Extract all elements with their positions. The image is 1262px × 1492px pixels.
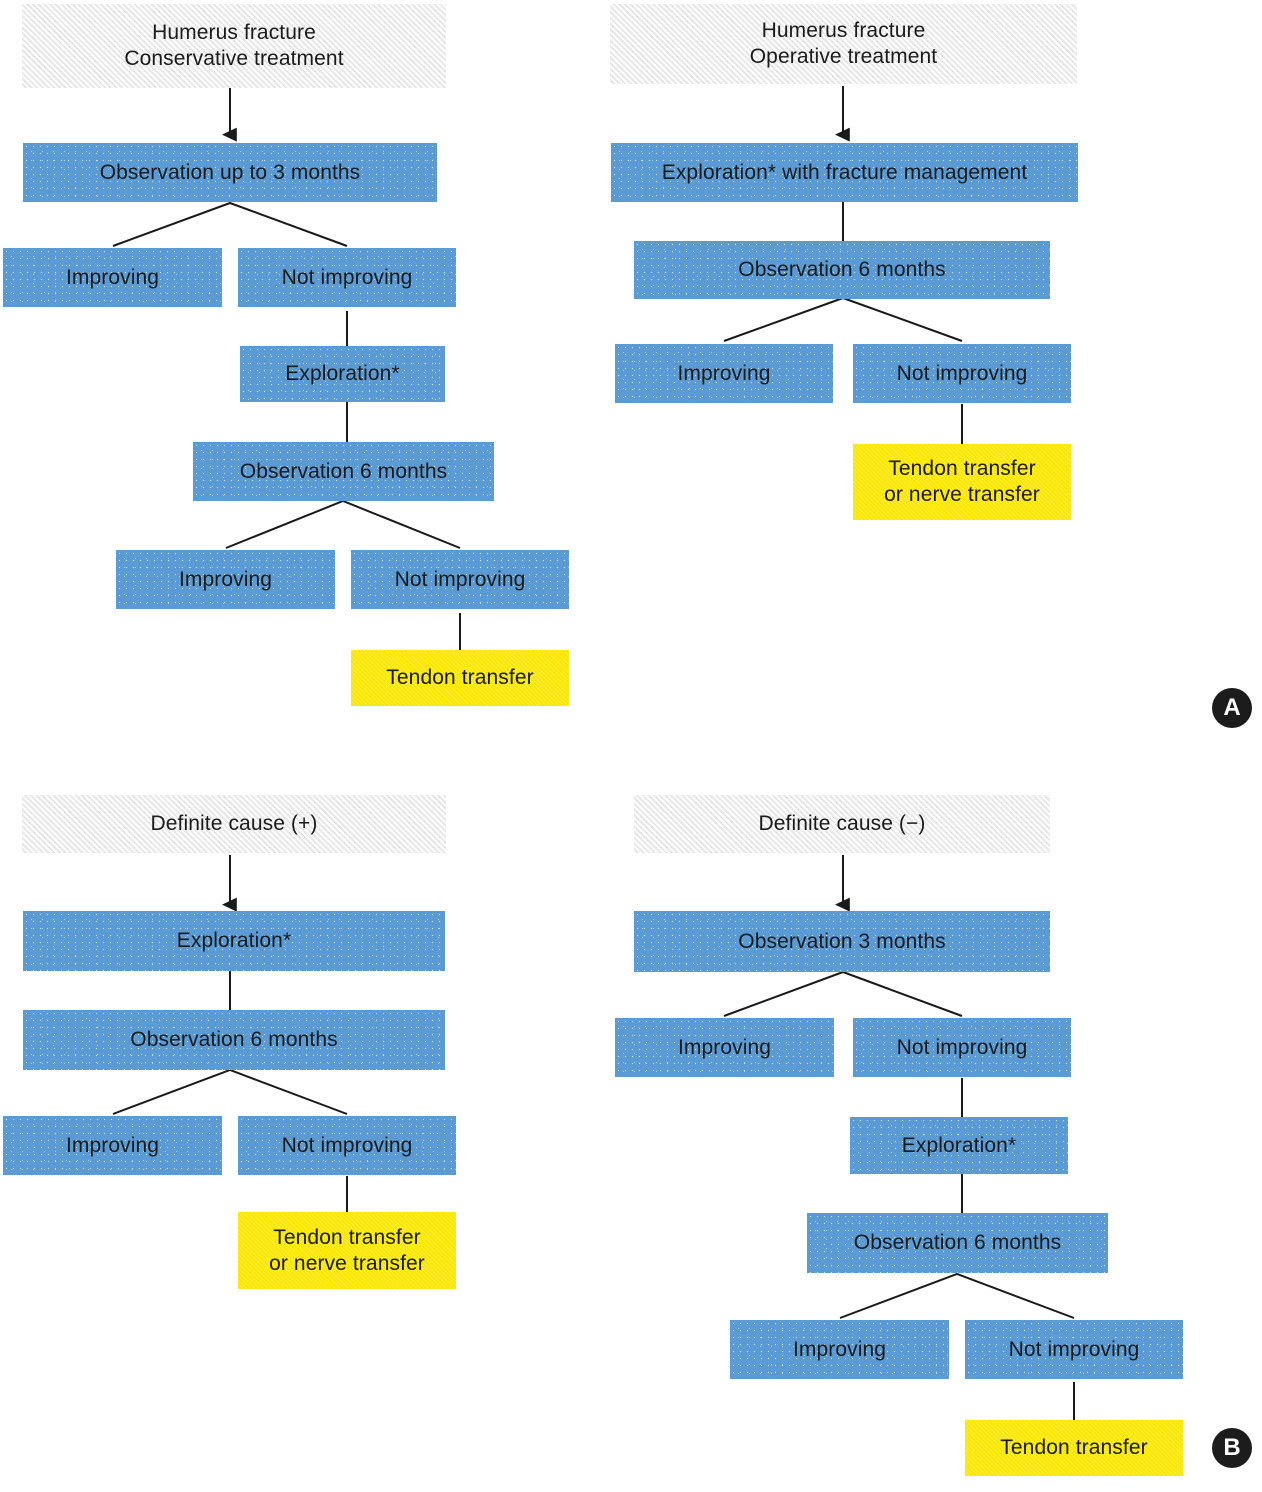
node-improving-b2: Improving (615, 1018, 834, 1077)
node-label: Observation 6 months (130, 1028, 338, 1052)
figure-canvas: Humerus fracture Conservative treatment … (0, 0, 1262, 1492)
node-label: Definite cause (−) (758, 812, 926, 836)
node-label: Tendon transfer or nerve transfer (269, 1225, 425, 1275)
node-label: Definite cause (+) (150, 812, 318, 836)
node-label: Observation 6 months (738, 258, 946, 282)
node-label: Not improving (281, 265, 413, 289)
node-improving-a2: Improving (116, 550, 335, 609)
node-label: Observation 3 months (738, 929, 946, 953)
node-label: Improving (792, 1337, 887, 1361)
node-label: Improving (677, 1035, 772, 1059)
node-improving-b1: Improving (3, 1116, 222, 1175)
node-label: Not improving (281, 1133, 413, 1157)
node-label: Observation up to 3 months (99, 160, 361, 184)
node-tendon-transfer-b1: Tendon transfer (965, 1420, 1183, 1476)
node-exploration-b2: Exploration* (850, 1117, 1068, 1174)
node-observation-6-months-a1: Observation 6 months (193, 442, 494, 501)
node-not-improving-b3: Not improving (965, 1320, 1183, 1379)
node-label: Improving (65, 265, 160, 289)
node-label: Humerus fracture Conservative treatment (124, 21, 344, 70)
node-label: Observation 6 months (853, 1231, 1062, 1255)
node-not-improving-a3: Not improving (853, 344, 1071, 403)
node-label: Not improving (1008, 1337, 1140, 1361)
node-header-definite-cause-positive: Definite cause (+) (22, 795, 446, 853)
node-label: Improving (65, 1133, 160, 1157)
node-label: Tendon transfer or nerve transfer (884, 457, 1040, 506)
node-not-improving-a2: Not improving (351, 550, 569, 609)
node-label: Observation 6 months (239, 459, 448, 483)
node-observation-6-months-a2: Observation 6 months (634, 241, 1050, 299)
panel-tag-label: B (1223, 1434, 1241, 1461)
node-label: Tendon transfer (1000, 1436, 1148, 1460)
node-label: Improving (677, 361, 771, 385)
node-header-definite-cause-negative: Definite cause (−) (634, 795, 1050, 853)
node-improving-a3: Improving (615, 344, 833, 403)
node-exploration-a1: Exploration* (240, 346, 445, 402)
node-not-improving-b1: Not improving (238, 1116, 456, 1175)
panel-tag-label: A (1223, 694, 1241, 721)
node-label: Exploration* (901, 1133, 1017, 1157)
node-not-improving-a1: Not improving (238, 248, 456, 307)
node-tendon-or-nerve-transfer-b1: Tendon transfer or nerve transfer (238, 1212, 456, 1289)
node-label: Exploration* with fracture management (661, 160, 1028, 184)
node-exploration-with-fracture-management: Exploration* with fracture management (611, 143, 1078, 202)
node-tendon-transfer-a1: Tendon transfer (351, 650, 569, 706)
node-tendon-or-nerve-transfer-a1: Tendon transfer or nerve transfer (853, 444, 1071, 520)
panel-tag-b: B (1212, 1428, 1252, 1468)
node-label: Exploration* (285, 362, 400, 386)
node-not-improving-b2: Not improving (853, 1018, 1071, 1077)
node-label: Tendon transfer (386, 666, 534, 690)
node-observation-6-months-b1: Observation 6 months (23, 1010, 445, 1070)
node-label: Exploration* (176, 929, 292, 953)
node-label: Improving (178, 567, 273, 591)
node-observation-3-months: Observation 3 months (634, 911, 1050, 972)
node-improving-a1: Improving (3, 248, 222, 307)
node-label: Not improving (896, 1035, 1028, 1059)
node-improving-b3: Improving (730, 1320, 949, 1379)
node-observation-up-to-3-months: Observation up to 3 months (23, 143, 437, 202)
node-label: Humerus fracture Operative treatment (749, 19, 938, 68)
node-observation-6-months-b2: Observation 6 months (807, 1213, 1108, 1273)
node-header-humerus-operative: Humerus fracture Operative treatment (610, 4, 1077, 84)
panel-tag-a: A (1212, 688, 1252, 728)
node-header-humerus-conservative: Humerus fracture Conservative treatment (22, 4, 446, 88)
node-label: Not improving (896, 361, 1028, 385)
node-exploration-b1: Exploration* (23, 911, 445, 971)
node-label: Not improving (394, 567, 526, 591)
